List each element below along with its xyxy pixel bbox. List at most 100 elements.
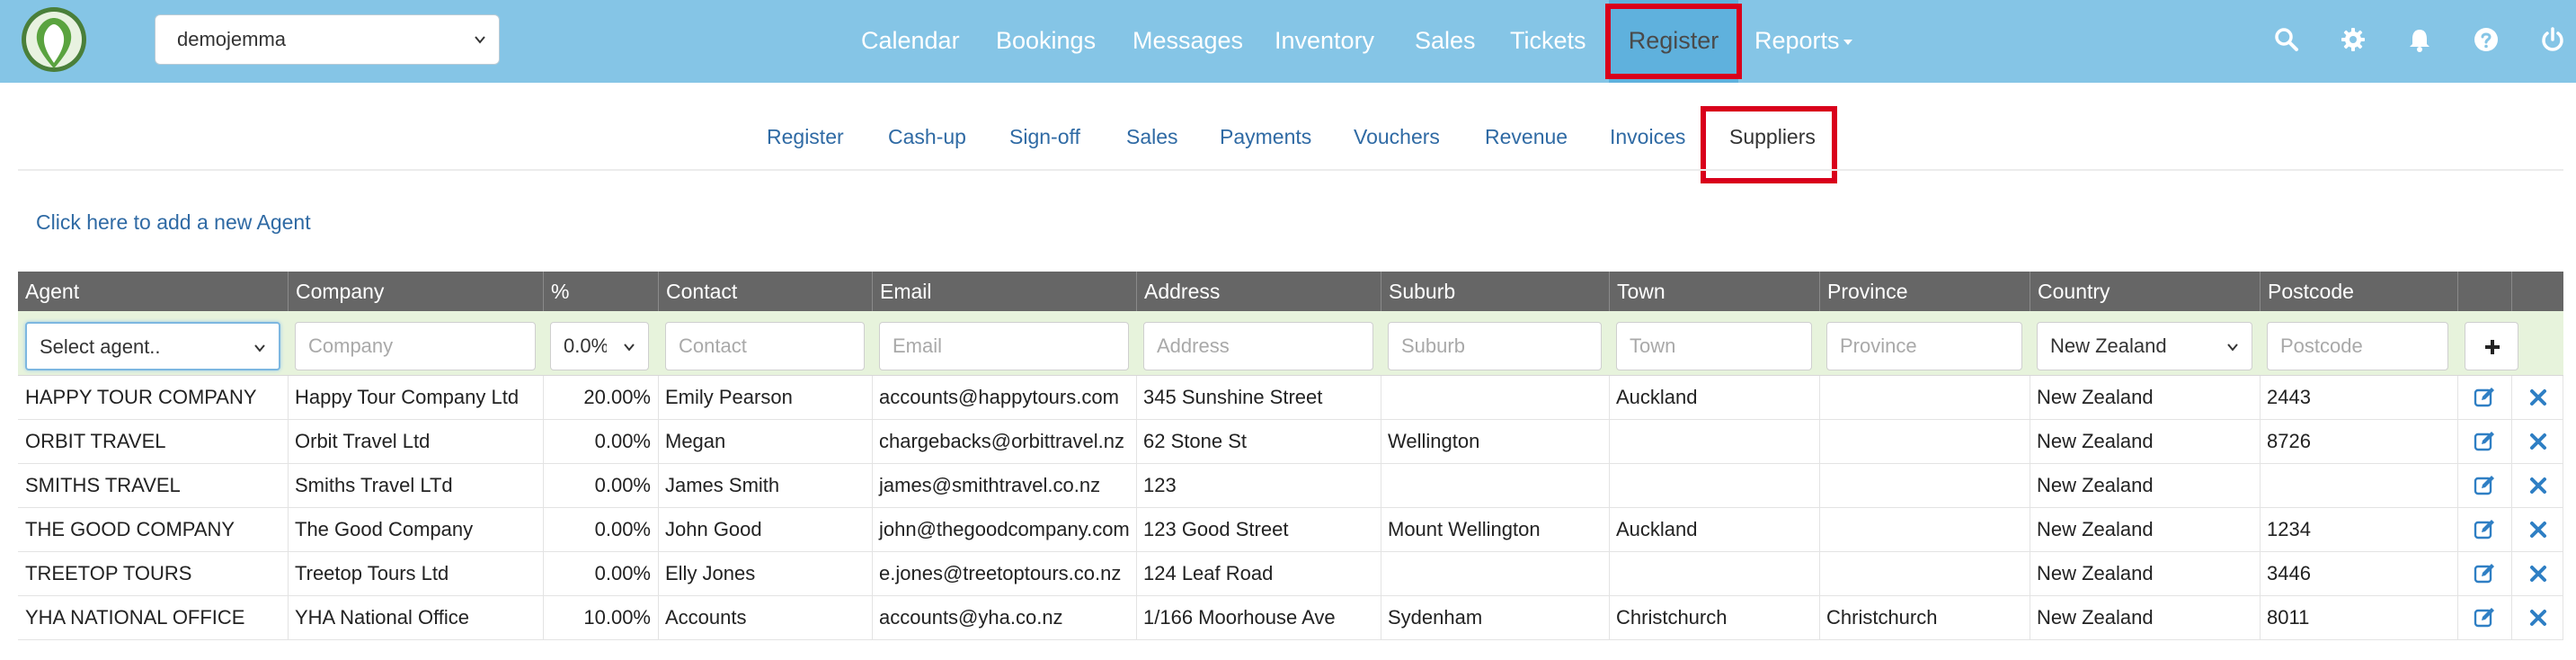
- email-input[interactable]: Email: [879, 322, 1129, 370]
- delete-icon[interactable]: [2529, 388, 2547, 406]
- nav-reports[interactable]: Reports: [1754, 0, 1852, 83]
- edit-icon[interactable]: [2474, 607, 2495, 629]
- contact-input[interactable]: Contact: [665, 322, 865, 370]
- nav-reports-label: Reports: [1754, 27, 1840, 54]
- country-select[interactable]: New Zealand: [2037, 322, 2252, 370]
- column-divider: [2260, 420, 2261, 463]
- nav-calendar[interactable]: Calendar: [861, 0, 960, 83]
- cell-country: New Zealand: [2037, 606, 2154, 629]
- edit-icon[interactable]: [2474, 431, 2495, 452]
- logo-icon[interactable]: [20, 5, 88, 77]
- agents-table: Agent Company % Contact Email Address Su…: [18, 272, 2563, 640]
- cell-percent: 0.00%: [594, 562, 651, 584]
- delete-icon[interactable]: [2529, 477, 2547, 495]
- caret-down-icon: [1843, 39, 1852, 45]
- chevron-down-icon: [254, 344, 265, 352]
- subnav-invoices[interactable]: Invoices: [1610, 125, 1685, 149]
- header-town[interactable]: Town: [1609, 272, 1819, 311]
- subnav-cash-up[interactable]: Cash-up: [888, 125, 966, 149]
- bell-icon[interactable]: [2407, 27, 2432, 52]
- cell-province: [1819, 420, 2030, 464]
- subnav-vouchers[interactable]: Vouchers: [1354, 125, 1440, 149]
- delete-icon[interactable]: [2529, 433, 2547, 450]
- subnav-suppliers[interactable]: Suppliers: [1729, 125, 1816, 149]
- column-divider: [1819, 508, 1820, 551]
- cell-agent: YHA NATIONAL OFFICE: [25, 606, 245, 629]
- header-contact[interactable]: Contact: [658, 272, 872, 311]
- agent-select[interactable]: Select agent..: [25, 322, 280, 370]
- cell-contact: Emily Pearson: [665, 386, 793, 408]
- column-divider: [658, 596, 659, 639]
- site-select[interactable]: demojemma: [155, 14, 500, 65]
- header-suburb[interactable]: Suburb: [1381, 272, 1609, 311]
- column-divider: [1136, 464, 1137, 507]
- column-divider: [288, 596, 289, 639]
- cell-postcode: 2443: [2267, 386, 2311, 408]
- suburb-input[interactable]: Suburb: [1388, 322, 1602, 370]
- column-divider: [2457, 552, 2458, 595]
- column-divider: [543, 596, 544, 639]
- nav-messages[interactable]: Messages: [1133, 0, 1243, 83]
- subnav-payments[interactable]: Payments: [1220, 125, 1311, 149]
- header-company[interactable]: Company: [288, 272, 543, 311]
- cell-suburb: Sydenham: [1388, 606, 1483, 629]
- header-email[interactable]: Email: [872, 272, 1136, 311]
- cell-agent: SMITHS TRAVEL: [25, 474, 181, 496]
- column-divider: [658, 376, 659, 419]
- gear-icon[interactable]: [2341, 27, 2366, 52]
- company-input[interactable]: Company: [295, 322, 536, 370]
- town-input[interactable]: Town: [1616, 322, 1812, 370]
- cell-company: Happy Tour Company Ltd: [295, 386, 520, 408]
- column-divider: [2260, 376, 2261, 419]
- percent-select[interactable]: 0.0%: [550, 322, 649, 370]
- column-divider: [1136, 596, 1137, 639]
- search-icon[interactable]: [2274, 27, 2299, 52]
- column-divider: [872, 464, 873, 507]
- add-agent-link[interactable]: Click here to add a new Agent: [36, 210, 311, 235]
- header-province[interactable]: Province: [1819, 272, 2030, 311]
- header-postcode[interactable]: Postcode: [2260, 272, 2457, 311]
- delete-icon[interactable]: [2529, 521, 2547, 539]
- help-icon[interactable]: [2474, 27, 2499, 52]
- column-divider: [2511, 420, 2512, 463]
- delete-icon[interactable]: [2529, 565, 2547, 583]
- province-input[interactable]: Province: [1826, 322, 2022, 370]
- nav-tickets[interactable]: Tickets: [1510, 0, 1586, 83]
- postcode-input[interactable]: Postcode: [2267, 322, 2448, 370]
- subnav-revenue[interactable]: Revenue: [1485, 125, 1568, 149]
- subnav-register[interactable]: Register: [767, 125, 844, 149]
- column-divider: [872, 376, 873, 419]
- edit-icon[interactable]: [2474, 475, 2495, 496]
- address-input[interactable]: Address: [1143, 322, 1373, 370]
- nav-register[interactable]: Register: [1609, 0, 1738, 83]
- column-divider: [2260, 464, 2261, 507]
- edit-icon[interactable]: [2474, 563, 2495, 584]
- delete-icon[interactable]: [2529, 609, 2547, 627]
- nav-bookings[interactable]: Bookings: [996, 0, 1096, 83]
- nav-sales[interactable]: Sales: [1415, 0, 1476, 83]
- cell-province: [1819, 376, 2030, 420]
- column-divider: [1819, 596, 1820, 639]
- column-divider: [543, 464, 544, 507]
- edit-icon[interactable]: [2474, 519, 2495, 540]
- edit-icon[interactable]: [2474, 387, 2495, 408]
- column-divider: [1609, 420, 1610, 463]
- cell-town: Auckland: [1616, 386, 1698, 408]
- header-address[interactable]: Address: [1136, 272, 1381, 311]
- power-icon[interactable]: [2540, 27, 2565, 52]
- column-divider: [2457, 596, 2458, 639]
- add-agent-button[interactable]: [2465, 322, 2518, 370]
- cell-address: 123: [1143, 474, 1177, 496]
- nav-inventory[interactable]: Inventory: [1275, 0, 1374, 83]
- header-agent[interactable]: Agent: [18, 272, 288, 311]
- cell-percent: 20.00%: [583, 386, 651, 408]
- cell-email: james@smithtravel.co.nz: [879, 474, 1101, 496]
- column-divider: [1819, 376, 1820, 419]
- cell-address: 123 Good Street: [1143, 518, 1289, 540]
- header-percent[interactable]: %: [543, 272, 658, 311]
- subnav-sales[interactable]: Sales: [1126, 125, 1178, 149]
- subnav-sign-off[interactable]: Sign-off: [1009, 125, 1080, 149]
- header-country[interactable]: Country: [2030, 272, 2260, 311]
- column-divider: [872, 552, 873, 595]
- column-divider: [1819, 552, 1820, 595]
